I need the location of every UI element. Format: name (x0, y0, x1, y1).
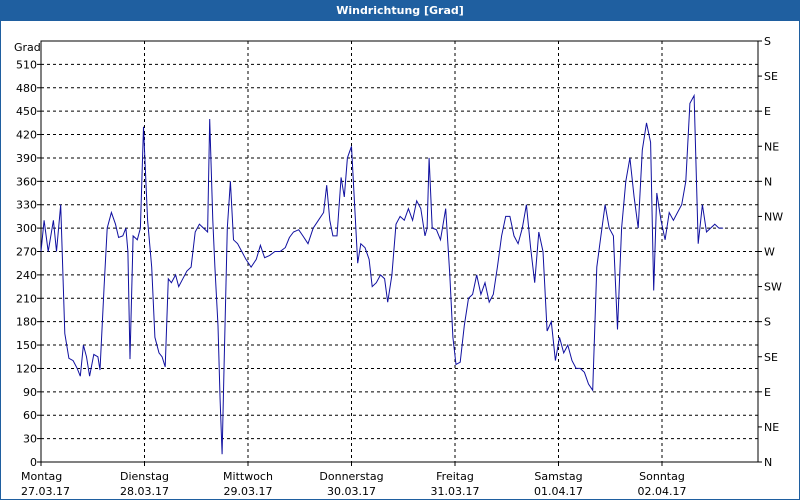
y-tick-label: 450 (16, 105, 37, 118)
wind-direction-chart: 0 30 60 90 120 150 180 210 240 270 300 330 360 390 420… (14, 35, 783, 498)
y-tick-label: 390 (16, 152, 37, 165)
right-tick-label: SW (764, 281, 782, 294)
right-tick-label: E (764, 386, 771, 399)
x-tick-day: Mittwoch (223, 470, 273, 483)
right-tick-label: NW (764, 210, 783, 223)
x-tick-date: 31.03.17 (431, 485, 480, 498)
y-tick-label: 240 (16, 269, 37, 282)
y-tick-label: 90 (23, 386, 37, 399)
right-tick-label: N (764, 175, 772, 188)
right-tick-label: N (764, 456, 772, 469)
y-tick-label: 480 (16, 82, 37, 95)
right-tick-label: W (764, 246, 775, 259)
y-tick-label: 210 (16, 292, 37, 305)
x-tick-date: 29.03.17 (224, 485, 273, 498)
x-tick-day: Sonntag (639, 470, 685, 483)
right-tick-label: SE (764, 351, 778, 364)
y-tick-label: 150 (16, 339, 37, 352)
right-tick-label: S (764, 316, 771, 329)
x-tick-date: 30.03.17 (327, 485, 376, 498)
right-tick-label: NE (764, 140, 779, 153)
x-tick-day: Freitag (436, 470, 474, 483)
y-axis-label: Grad (14, 41, 41, 54)
x-tick-day: Samstag (534, 470, 582, 483)
x-tick-day: Donnerstag (319, 470, 383, 483)
y-tick-label: 300 (16, 222, 37, 235)
y-tick-label: 30 (23, 433, 37, 446)
x-tick-day: Montag (21, 470, 62, 483)
right-tick-label: S (764, 35, 771, 48)
y-tick-label: 420 (16, 129, 37, 142)
right-tick-label: SE (764, 70, 778, 83)
x-tick-date: 02.04.17 (638, 485, 687, 498)
y-tick-label: 180 (16, 316, 37, 329)
y-tick-label: 0 (30, 456, 37, 469)
y-tick-label: 330 (16, 199, 37, 212)
y-tick-label: 270 (16, 246, 37, 259)
y-tick-label: 360 (16, 175, 37, 188)
plot-frame (40, 40, 759, 463)
y-tick-label: 120 (16, 362, 37, 375)
y-tick-label: 510 (16, 58, 37, 71)
x-tick-date: 27.03.17 (21, 485, 70, 498)
x-tick-date: 01.04.17 (534, 485, 583, 498)
y-tick-label: 60 (23, 409, 37, 422)
right-tick-label: E (764, 105, 771, 118)
x-tick-date: 28.03.17 (120, 485, 169, 498)
right-tick-label: NE (764, 421, 779, 434)
chart-window: Windrichtung [Grad] 0 30 60 90 120 150 180 210 2… (0, 0, 800, 500)
x-tick-day: Dienstag (120, 470, 169, 483)
